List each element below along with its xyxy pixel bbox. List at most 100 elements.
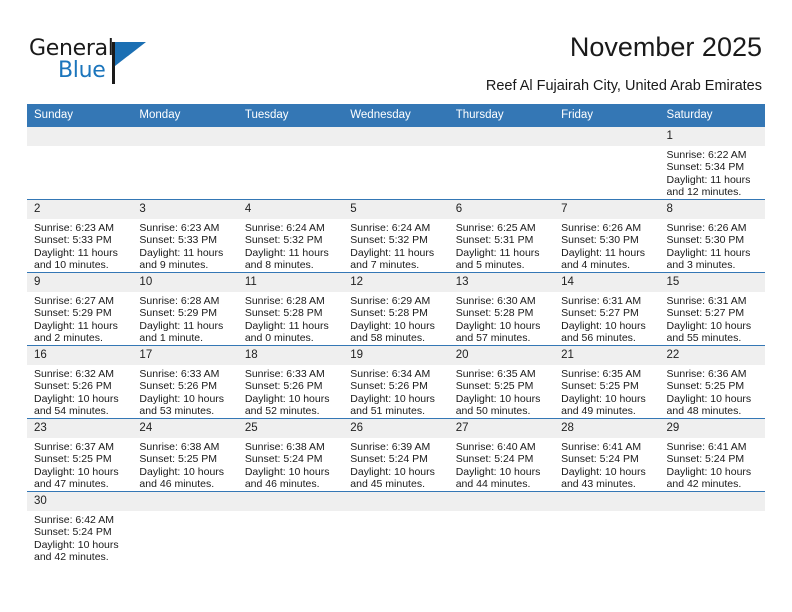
calendar-grid: Sunday Monday Tuesday Wednesday Thursday…: [27, 104, 765, 564]
calendar-day-cell[interactable]: 18 Sunrise: 6:33 AM Sunset: 5:26 PM Dayligh…: [237, 345, 344, 419]
calendar-day-cell[interactable]: 26 Sunrise: 6:39 AM Sunset: 5:24 PM Dayligh…: [343, 418, 449, 492]
sunrise-text: Sunrise: 6:39 AM: [350, 441, 431, 453]
sunrise-text: Sunrise: 6:34 AM: [350, 368, 431, 380]
brand-logo[interactable]: General Blue: [29, 36, 169, 86]
daylight-text-line2: and 1 minute.: [139, 332, 204, 345]
calendar-header-row: Sunday Monday Tuesday Wednesday Thursday…: [27, 104, 765, 127]
daylight-text-line1: Daylight: 10 hours: [34, 465, 119, 478]
sunrise-text: Sunrise: 6:37 AM: [34, 441, 114, 453]
calendar-day-cell[interactable]: 17 Sunrise: 6:33 AM Sunset: 5:26 PM Dayligh…: [132, 345, 238, 419]
day-number-empty: [448, 127, 555, 146]
sunrise-text: Sunrise: 6:32 AM: [34, 368, 114, 380]
sunrise-text: Sunrise: 6:38 AM: [139, 441, 220, 453]
day-details: Sunrise: 6:24 AM Sunset: 5:32 PM Daylight:…: [238, 219, 343, 272]
calendar-day-cell[interactable]: 28 Sunrise: 6:41 AM Sunset: 5:24 PM Dayligh…: [554, 418, 660, 492]
sunset-text: Sunset: 5:24 PM: [34, 526, 112, 539]
calendar-day-cell[interactable]: 12 Sunrise: 6:29 AM Sunset: 5:28 PM Dayligh…: [343, 272, 449, 346]
sunrise-text: Sunrise: 6:29 AM: [350, 295, 431, 307]
day-number: 10: [132, 273, 238, 292]
calendar-day-cell[interactable]: 9 Sunrise: 6:27 AM Sunset: 5:29 PM Daylight…: [27, 272, 133, 346]
calendar-day-cell[interactable]: 27 Sunrise: 6:40 AM Sunset: 5:24 PM Dayligh…: [448, 418, 555, 492]
calendar-day-cell[interactable]: 6 Sunrise: 6:25 AM Sunset: 5:31 PM Daylight…: [448, 199, 555, 273]
day-details: Sunrise: 6:23 AM Sunset: 5:33 PM Daylight:…: [132, 219, 237, 272]
sunrise-text: Sunrise: 6:22 AM: [666, 149, 747, 161]
calendar-day-cell[interactable]: 5 Sunrise: 6:24 AM Sunset: 5:32 PM Daylight…: [343, 199, 449, 273]
calendar-day-cell[interactable]: 13 Sunrise: 6:30 AM Sunset: 5:28 PM Dayligh…: [448, 272, 555, 346]
daylight-text-line1: Daylight: 10 hours: [139, 465, 225, 478]
calendar-day-cell[interactable]: 19 Sunrise: 6:34 AM Sunset: 5:26 PM Dayligh…: [343, 345, 449, 419]
calendar-day-cell[interactable]: 30 Sunrise: 6:42 AM Sunset: 5:24 PM Dayligh…: [27, 491, 133, 564]
page-header: General Blue November 2025 Reef Al Fujai…: [0, 0, 792, 104]
daylight-text-line1: Daylight: 10 hours: [561, 319, 646, 332]
sunset-text: Sunset: 5:28 PM: [350, 307, 428, 320]
triangle-flag-icon: [115, 42, 146, 66]
day-details: Sunrise: 6:28 AM Sunset: 5:28 PM Daylight:…: [238, 292, 343, 345]
day-number: 16: [27, 346, 133, 365]
day-details: Sunrise: 6:39 AM Sunset: 5:24 PM Daylight:…: [343, 438, 448, 491]
daylight-text-line1: Daylight: 10 hours: [455, 392, 541, 405]
calendar-day-cell[interactable]: 10 Sunrise: 6:28 AM Sunset: 5:29 PM Dayligh…: [132, 272, 238, 346]
calendar-day-cell-empty: [554, 491, 660, 564]
calendar-day-cell[interactable]: 15 Sunrise: 6:31 AM Sunset: 5:27 PM Dayligh…: [659, 272, 765, 346]
calendar-day-cell[interactable]: 21 Sunrise: 6:35 AM Sunset: 5:25 PM Dayligh…: [554, 345, 660, 419]
daylight-text-line1: Daylight: 11 hours: [244, 319, 329, 332]
calendar-day-cell[interactable]: 2 Sunrise: 6:23 AM Sunset: 5:33 PM Daylight…: [27, 199, 133, 273]
sunrise-text: Sunrise: 6:33 AM: [139, 368, 220, 380]
daylight-text-line1: Daylight: 10 hours: [350, 319, 435, 332]
daylight-text-line2: and 5 minutes.: [455, 259, 525, 272]
calendar-day-cell[interactable]: 22 Sunrise: 6:36 AM Sunset: 5:25 PM Dayligh…: [659, 345, 765, 419]
day-details: Sunrise: 6:30 AM Sunset: 5:28 PM Daylight:…: [449, 292, 554, 345]
calendar-day-cell[interactable]: 29 Sunrise: 6:41 AM Sunset: 5:24 PM Dayligh…: [659, 418, 765, 492]
weekday-header-tuesday: Tuesday: [237, 104, 344, 127]
day-details: Sunrise: 6:26 AM Sunset: 5:30 PM Daylight:…: [554, 219, 659, 272]
calendar-day-cell[interactable]: 11 Sunrise: 6:28 AM Sunset: 5:28 PM Dayligh…: [237, 272, 344, 346]
calendar-day-cell[interactable]: 24 Sunrise: 6:38 AM Sunset: 5:25 PM Dayligh…: [132, 418, 238, 492]
day-number: 12: [343, 273, 449, 292]
daylight-text-line1: Daylight: 10 hours: [666, 465, 752, 478]
calendar-day-cell[interactable]: 14 Sunrise: 6:31 AM Sunset: 5:27 PM Dayligh…: [554, 272, 660, 346]
day-number: 4: [237, 200, 344, 219]
sunset-text: Sunset: 5:25 PM: [561, 380, 639, 393]
calendar-day-cell[interactable]: 1 Sunrise: 6:22 AM Sunset: 5:34 PM Daylight…: [659, 126, 765, 200]
daylight-text-line2: and 46 minutes.: [244, 478, 320, 491]
daylight-text-line2: and 45 minutes.: [350, 478, 425, 491]
daylight-text-line2: and 0 minutes.: [244, 332, 314, 345]
day-number: 1: [659, 127, 765, 146]
sunset-text: Sunset: 5:32 PM: [244, 234, 323, 247]
day-number: 6: [448, 200, 555, 219]
day-number: 25: [237, 419, 344, 438]
day-details: Sunrise: 6:41 AM Sunset: 5:24 PM Daylight:…: [554, 438, 659, 491]
day-number: 2: [27, 200, 133, 219]
sunset-text: Sunset: 5:26 PM: [34, 380, 112, 393]
day-details: Sunrise: 6:26 AM Sunset: 5:30 PM Daylight:…: [660, 219, 765, 272]
calendar-week-row: 23 Sunrise: 6:37 AM Sunset: 5:25 PM Dayligh…: [27, 418, 765, 492]
day-number-empty: [27, 127, 133, 146]
day-number: 27: [448, 419, 555, 438]
day-details: Sunrise: 6:40 AM Sunset: 5:24 PM Daylight:…: [449, 438, 554, 491]
daylight-text-line1: Daylight: 11 hours: [244, 246, 329, 259]
calendar-day-cell[interactable]: 25 Sunrise: 6:38 AM Sunset: 5:24 PM Dayligh…: [237, 418, 344, 492]
calendar-body: 1 Sunrise: 6:22 AM Sunset: 5:34 PM Daylight…: [27, 126, 765, 564]
calendar-day-cell[interactable]: 4 Sunrise: 6:24 AM Sunset: 5:32 PM Daylight…: [237, 199, 344, 273]
calendar-day-cell[interactable]: 20 Sunrise: 6:35 AM Sunset: 5:25 PM Dayligh…: [448, 345, 555, 419]
day-number: 8: [659, 200, 765, 219]
daylight-text-line2: and 56 minutes.: [561, 332, 636, 345]
calendar-day-cell[interactable]: 8 Sunrise: 6:26 AM Sunset: 5:30 PM Daylight…: [659, 199, 765, 273]
calendar-day-cell-empty: [554, 126, 660, 200]
daylight-text-line2: and 58 minutes.: [350, 332, 425, 345]
calendar-day-cell[interactable]: 3 Sunrise: 6:23 AM Sunset: 5:33 PM Daylight…: [132, 199, 238, 273]
sunset-text: Sunset: 5:29 PM: [34, 307, 112, 320]
calendar-day-cell-empty: [343, 491, 449, 564]
day-details: Sunrise: 6:37 AM Sunset: 5:25 PM Daylight:…: [27, 438, 132, 491]
day-number: 17: [132, 346, 238, 365]
sunrise-text: Sunrise: 6:35 AM: [455, 368, 536, 380]
daylight-text-line1: Daylight: 11 hours: [455, 246, 540, 259]
calendar-day-cell[interactable]: 23 Sunrise: 6:37 AM Sunset: 5:25 PM Dayligh…: [27, 418, 133, 492]
day-details: Sunrise: 6:25 AM Sunset: 5:31 PM Daylight:…: [449, 219, 554, 272]
day-number-empty: [659, 492, 765, 511]
calendar-day-cell-empty: [237, 491, 344, 564]
day-number: 13: [448, 273, 555, 292]
calendar-day-cell[interactable]: 7 Sunrise: 6:26 AM Sunset: 5:30 PM Daylight…: [554, 199, 660, 273]
day-details: Sunrise: 6:31 AM Sunset: 5:27 PM Daylight:…: [554, 292, 659, 345]
calendar-day-cell[interactable]: 16 Sunrise: 6:32 AM Sunset: 5:26 PM Dayligh…: [27, 345, 133, 419]
